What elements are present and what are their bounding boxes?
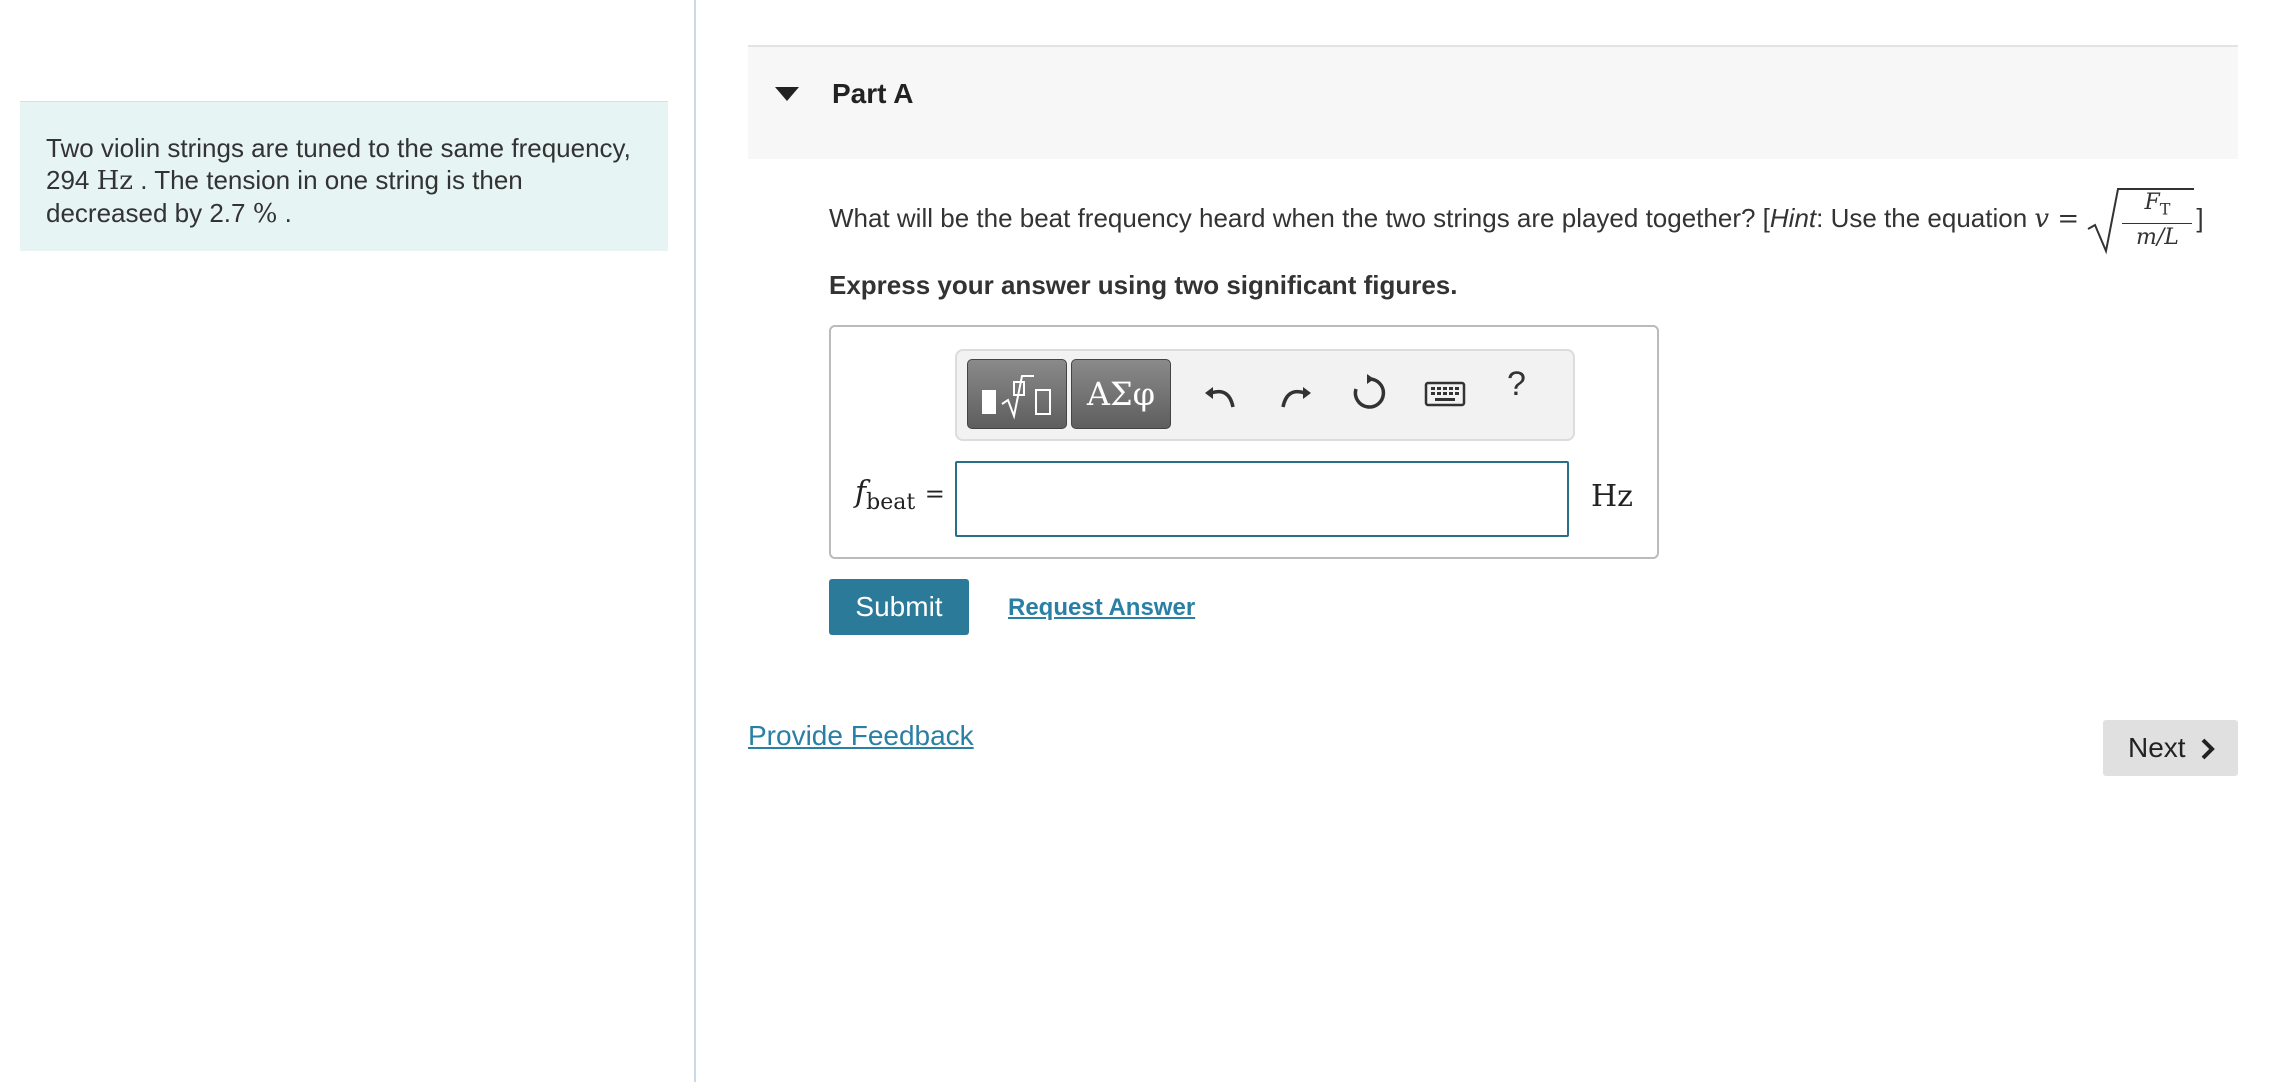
fraction-numerator-sub: T (2159, 199, 2171, 219)
question-text: What will be the beat frequency heard wh… (829, 185, 2249, 255)
answer-variable-sub: beat (866, 490, 916, 515)
templates-icon (982, 375, 1051, 420)
hint-text: : Use the equation (1816, 202, 2028, 233)
templates-button[interactable] (967, 359, 1067, 429)
provide-feedback-link[interactable]: Provide Feedback (748, 720, 974, 752)
answer-variable: f (855, 475, 867, 510)
help-button[interactable]: ? (1507, 365, 1526, 404)
chevron-right-icon (2201, 738, 2215, 760)
problem-line-1: Two violin strings are tuned to the same… (46, 133, 631, 163)
answer-input[interactable] (955, 461, 1569, 537)
problem-statement: Two violin strings are tuned to the same… (20, 101, 668, 251)
caret-down-icon[interactable] (775, 87, 799, 101)
problem-percent: % (252, 199, 278, 229)
problem-frequency-value: 294 (46, 165, 90, 195)
fraction-numerator: F (2144, 190, 2160, 215)
symbols-button[interactable]: ΑΣφ (1071, 359, 1171, 429)
submit-button[interactable]: Submit (829, 579, 969, 635)
request-answer-link[interactable]: Request Answer (1008, 594, 1195, 622)
question-body: What will be the beat frequency heard wh… (829, 202, 1770, 233)
question-close: ] (2196, 202, 2204, 233)
answer-equals: = (924, 480, 945, 508)
problem-frequency-unit: Hz (96, 166, 133, 196)
answer-unit: Hz (1591, 479, 1633, 514)
answer-instruction: Express your answer using two significan… (829, 270, 1458, 300)
problem-line-2: . The tension in one string is then (140, 165, 523, 195)
answer-variable-label: fbeat = (855, 475, 945, 515)
part-title: Part A (832, 78, 914, 109)
panel-divider (694, 0, 696, 1082)
redo-icon[interactable] (1275, 373, 1315, 413)
problem-line-3-end: . (284, 198, 292, 228)
answer-box: ΑΣφ ? fbeat = Hz (829, 325, 1659, 559)
undo-icon[interactable] (1201, 373, 1241, 413)
next-label: Next (2128, 732, 2186, 763)
math-toolbar: ΑΣφ ? (955, 349, 1575, 441)
next-button[interactable]: Next (2103, 720, 2238, 776)
keyboard-icon[interactable] (1423, 373, 1467, 413)
hint-label: Hint (1769, 202, 1817, 233)
reset-icon[interactable] (1349, 373, 1389, 413)
part-a-header[interactable]: Part A (748, 45, 2238, 159)
problem-line-3: decreased by 2.7 (46, 198, 246, 228)
fraction-denominator: m/L (2135, 225, 2179, 251)
fraction: FT m/L (2122, 189, 2193, 252)
equation-lhs: v = (2034, 203, 2080, 234)
sqrt-expression: FT m/L (2086, 185, 2196, 255)
